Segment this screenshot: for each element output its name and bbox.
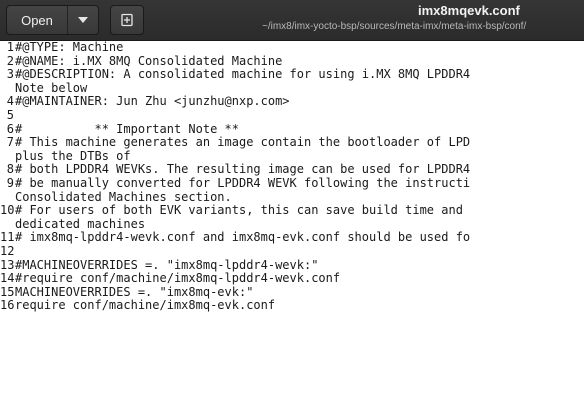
line-text: # be manually converted for LPDDR4 WEVK … (15, 175, 471, 190)
code-line-wrap: plus the DTBs of (0, 148, 584, 164)
code-line: 4 #@MAINTAINER: Jun Zhu <junzhu@nxp.com> (0, 95, 584, 109)
open-menu-button[interactable] (68, 6, 98, 34)
code-line: 14 #require conf/machine/imx8mq-lpddr4-we… (0, 271, 584, 286)
window-title: imx8mqevk.conf ~/imx8/imx-yocto-bsp/sour… (248, 2, 584, 38)
code-line: 5 (0, 107, 584, 123)
line-text: require conf/machine/imx8mq-evk.conf (15, 298, 276, 313)
code-line: 16 require conf/machine/imx8mq-evk.conf (0, 299, 584, 313)
line-text: dedicated machines (15, 216, 146, 231)
code-line: 13 #MACHINEOVERRIDES =. "imx8mq-lpddr4-we… (0, 257, 584, 273)
line-number: 12 (0, 243, 15, 258)
line-text: Consolidated Machines section. (15, 189, 232, 204)
line-text: #require conf/machine/imx8mq-lpddr4-wevk… (15, 271, 341, 286)
line-number: 3 (6, 67, 14, 82)
code-line: 3 #@DESCRIPTION: A consolidated machine f… (0, 68, 584, 82)
line-text: # For users of both EVK variants, this c… (15, 203, 463, 218)
text-editor-window: Open imx8mqevk.conf ~/imx8/imx-yocto-bsp… (0, 0, 584, 408)
line-number: 11 (0, 230, 15, 245)
code-line: 7 # This machine generates an image conta… (0, 136, 584, 150)
code-line: 12 (0, 243, 584, 259)
code-line: 15 MACHINEOVERRIDES =. "imx8mq-evk:" (0, 284, 584, 300)
line-text: #@TYPE: Machine (15, 41, 124, 54)
code-line: 8 # both LPDDR4 WEVKs. The resulting imag… (0, 163, 584, 177)
chevron-down-icon (78, 17, 88, 23)
line-number: 13 (0, 257, 15, 272)
code-line-wrap: Note below (0, 80, 584, 96)
line-number: 15 (0, 284, 15, 299)
open-button-group: Open (6, 5, 99, 35)
code-line-wrap: dedicated machines (0, 216, 584, 232)
line-text: # imx8mq-lpddr4-wevk.conf and imx8mq-evk… (15, 230, 471, 245)
line-number: 16 (0, 298, 15, 313)
line-number: 2 (6, 53, 14, 68)
line-number: 9 (6, 175, 14, 190)
line-number: 4 (6, 94, 14, 109)
open-button[interactable]: Open (7, 6, 68, 34)
line-number: 8 (6, 162, 14, 177)
document-path: ~/imx8/imx-yocto-bsp/sources/meta-imx/me… (262, 21, 527, 32)
code-line-wrap: Consolidated Machines section. (0, 189, 584, 205)
editor-text-area[interactable]: 1 #@TYPE: Machine 2 #@NAME: i.MX 8MQ Consol… (0, 41, 584, 408)
line-number: 1 (6, 41, 14, 54)
document-title: imx8mqevk.conf (418, 3, 520, 18)
pin-icon (121, 13, 133, 27)
line-number: 10 (0, 203, 15, 218)
line-number: 14 (0, 271, 15, 286)
new-document-button[interactable] (110, 5, 144, 35)
line-number: 6 (6, 121, 14, 136)
code-line: 6 # ** Important Note ** (0, 121, 584, 137)
code-line: 10 # For users of both EVK variants, this… (0, 204, 584, 218)
line-text: plus the DTBs of (15, 148, 131, 163)
line-text: Note below (15, 80, 88, 95)
code-line: 11 # imx8mq-lpddr4-wevk.conf and imx8mq-e… (0, 231, 584, 245)
line-text: #@MAINTAINER: Jun Zhu <junzhu@nxp.com> (15, 94, 290, 109)
line-text: # both LPDDR4 WEVKs. The resulting image… (15, 162, 471, 177)
line-number: 7 (6, 135, 14, 150)
line-text: #MACHINEOVERRIDES =. "imx8mq-lpddr4-wevk… (15, 257, 319, 272)
line-text: # ** Important Note ** (15, 121, 239, 136)
code-line: 1 #@TYPE: Machine (0, 41, 584, 55)
line-text: MACHINEOVERRIDES =. "imx8mq-evk:" (15, 284, 254, 299)
code-line: 2 #@NAME: i.MX 8MQ Consolidated Machine (0, 53, 584, 69)
header-bar: Open imx8mqevk.conf ~/imx8/imx-yocto-bsp… (0, 0, 584, 41)
line-text: #@NAME: i.MX 8MQ Consolidated Machine (15, 53, 283, 68)
line-number: 5 (6, 107, 14, 122)
code-line: 9 # be manually converted for LPDDR4 WEVK… (0, 175, 584, 191)
line-text: #@DESCRIPTION: A consolidated machine fo… (15, 67, 471, 82)
line-text: # This machine generates an image contai… (15, 135, 471, 150)
